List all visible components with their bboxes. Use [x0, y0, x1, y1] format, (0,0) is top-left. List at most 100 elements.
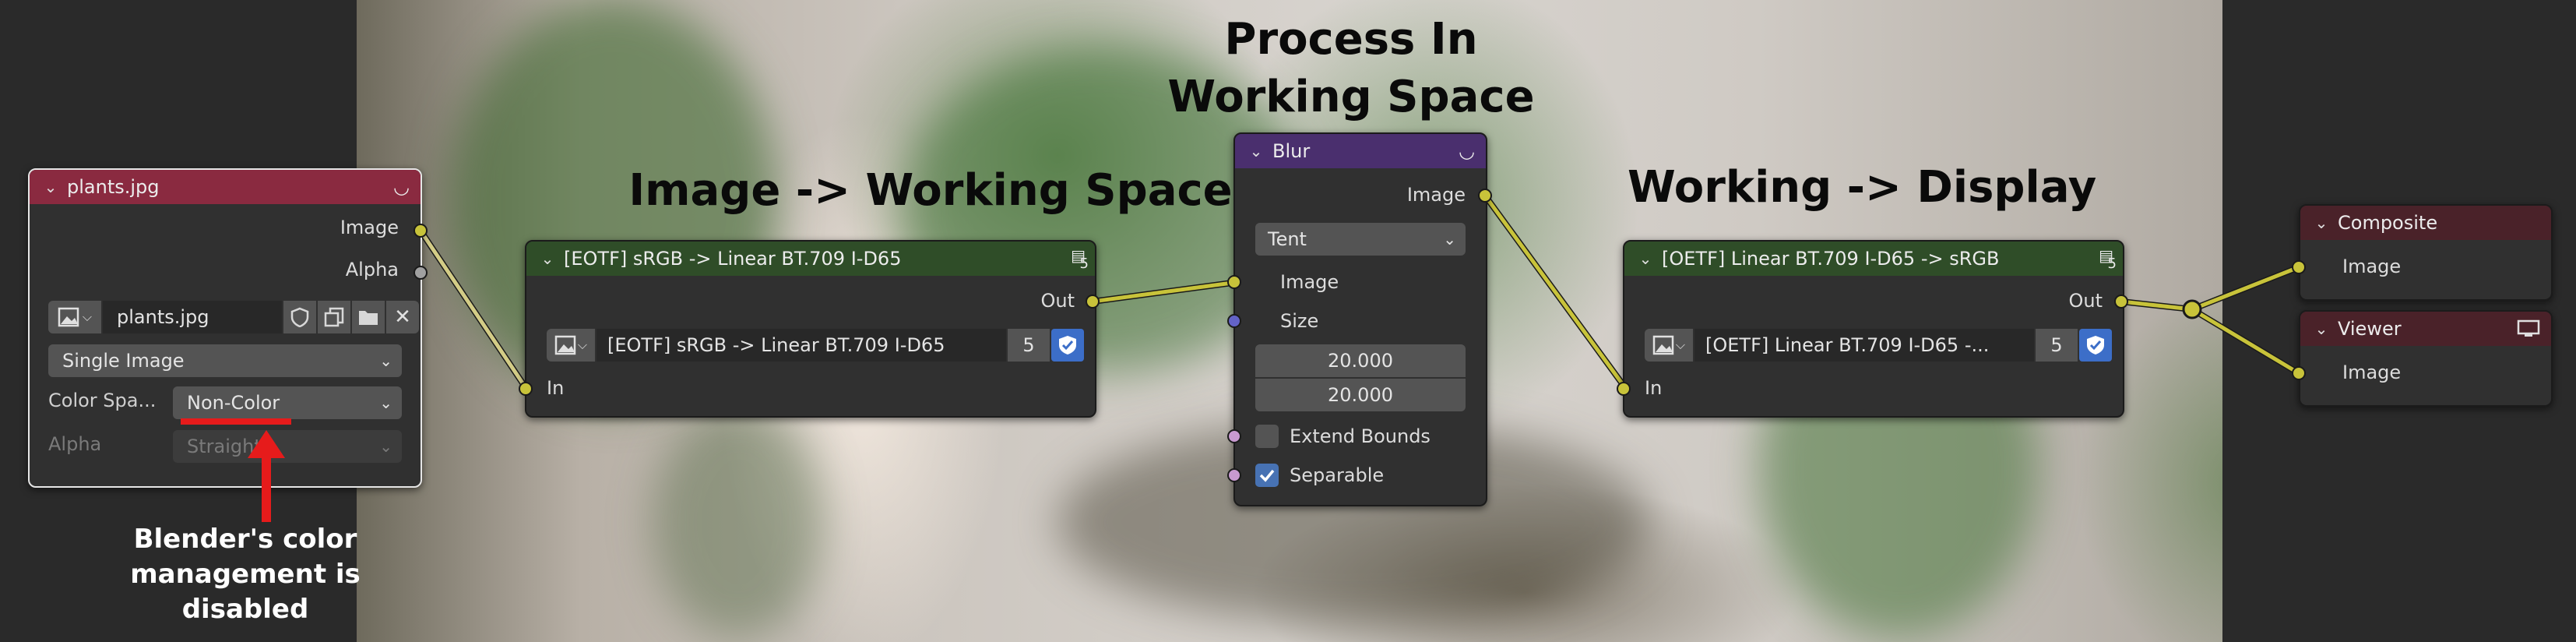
- duplicate-button[interactable]: [318, 301, 350, 333]
- blur-node-header[interactable]: ⌄ Blur ◡: [1235, 134, 1486, 168]
- image-name-field[interactable]: plants.jpg: [103, 301, 282, 333]
- collapse-chevron-icon[interactable]: ⌄: [1635, 249, 1656, 268]
- viewer-node-header[interactable]: ⌄ Viewer: [2300, 312, 2551, 346]
- title-image-to-working: Image -> Working Space: [628, 165, 1233, 216]
- oetf-user-count[interactable]: 5: [2036, 329, 2078, 362]
- oetf-input-label: In: [1645, 377, 1663, 399]
- composite-node[interactable]: ⌄ Composite Image: [2299, 204, 2553, 301]
- close-icon: ✕: [394, 305, 411, 329]
- shield-check-icon: [1059, 336, 1076, 355]
- shield-check-icon: [2087, 336, 2104, 355]
- oetf-input-socket[interactable]: [1617, 382, 1631, 396]
- annotation-text: Blender's color management is disabled: [117, 522, 374, 627]
- open-file-button[interactable]: [352, 301, 385, 333]
- eotf-input-label: In: [547, 377, 565, 399]
- collapse-chevron-icon[interactable]: ⌄: [537, 249, 558, 268]
- size-y-field[interactable]: 20.000: [1255, 379, 1466, 411]
- eotf-group-node[interactable]: ⌄ [EOTF] sRGB -> Linear BT.709 I-D65 ▤ 5…: [525, 240, 1096, 418]
- viewer-node[interactable]: ⌄ Viewer Image: [2299, 310, 2553, 407]
- blur-node[interactable]: ⌄ Blur ◡ Image Tent ⌄ Image Size 20.000 …: [1233, 132, 1487, 506]
- oetf-group-node[interactable]: ⌄ [OETF] Linear BT.709 I-D65 -> sRGB ▤ 5…: [1623, 240, 2124, 418]
- colorspace-value: Non-Color: [187, 392, 280, 414]
- filter-type-value: Tent: [1268, 228, 1307, 250]
- separable-socket[interactable]: [1227, 468, 1241, 482]
- title-process-line1: Process In: [1224, 14, 1478, 65]
- folder-icon: [359, 311, 378, 325]
- monitor-icon[interactable]: [2517, 319, 2540, 338]
- composite-node-title: Composite: [2338, 212, 2438, 234]
- oetf-node-title: [OETF] Linear BT.709 I-D65 -> sRGB: [1662, 248, 2000, 270]
- separable-checkbox[interactable]: [1255, 464, 1279, 487]
- annotation-underline: [181, 418, 291, 425]
- output-image-label: Image: [340, 217, 399, 238]
- viewer-node-title: Viewer: [2338, 318, 2402, 340]
- extend-bounds-checkbox[interactable]: [1255, 425, 1279, 448]
- colorspace-select[interactable]: Non-Color ⌄: [173, 386, 402, 419]
- extend-bounds-socket[interactable]: [1227, 429, 1241, 443]
- size-label: Size: [1280, 310, 1319, 332]
- image-node[interactable]: ⌄ plants.jpg ◡ Image Alpha ⌵ plants.jpg …: [28, 168, 422, 488]
- node-tree-icon: [554, 335, 576, 355]
- preview-toggle-icon[interactable]: ◡: [393, 176, 410, 198]
- annotation-line2: management is: [130, 559, 361, 590]
- eotf-user-count[interactable]: 5: [1008, 329, 1050, 362]
- oetf-users-count: 5: [2107, 256, 2117, 272]
- collapse-chevron-icon[interactable]: ⌄: [40, 178, 61, 196]
- collapse-chevron-icon[interactable]: ⌄: [1246, 142, 1266, 160]
- eotf-input-socket[interactable]: [519, 382, 533, 396]
- blur-size-socket[interactable]: [1227, 314, 1241, 328]
- composite-input-label: Image: [2342, 256, 2402, 277]
- source-select[interactable]: Single Image ⌄: [48, 344, 402, 377]
- image-node-header[interactable]: ⌄ plants.jpg ◡: [30, 170, 421, 204]
- viewer-input-label: Image: [2342, 362, 2402, 383]
- eotf-node-header[interactable]: ⌄ [EOTF] sRGB -> Linear BT.709 I-D65 ▤ 5: [526, 242, 1095, 276]
- blur-output-label: Image: [1406, 184, 1466, 206]
- oetf-group-name-field[interactable]: [OETF] Linear BT.709 I-D65 -...: [1694, 329, 2034, 362]
- eotf-output-label: Out: [1040, 290, 1075, 312]
- oetf-node-header[interactable]: ⌄ [OETF] Linear BT.709 I-D65 -> sRGB ▤ 5: [1624, 242, 2123, 276]
- filter-type-select[interactable]: Tent ⌄: [1255, 223, 1466, 256]
- viewer-input-socket[interactable]: [2292, 366, 2306, 380]
- chevron-down-icon: ⌄: [379, 351, 392, 370]
- image-node-output-alpha-socket[interactable]: [413, 266, 428, 280]
- separable-label: Separable: [1290, 464, 1385, 486]
- annotation-arrow-icon: [248, 430, 285, 522]
- node-tree-icon: [1652, 335, 1674, 355]
- group-browse-button[interactable]: ⌵: [1645, 329, 1693, 362]
- image-browse-button[interactable]: ⌵: [48, 301, 101, 333]
- preview-toggle-icon[interactable]: ◡: [1459, 140, 1475, 162]
- output-alpha-label: Alpha: [345, 259, 399, 280]
- collapse-chevron-icon[interactable]: ⌄: [2311, 213, 2331, 232]
- oetf-output-socket[interactable]: [2114, 295, 2128, 309]
- collapse-chevron-icon[interactable]: ⌄: [2311, 319, 2331, 338]
- image-icon: [58, 307, 79, 327]
- group-browse-button[interactable]: ⌵: [547, 329, 595, 362]
- duplicate-icon: [324, 307, 344, 327]
- chevron-down-icon: ⌵: [577, 337, 588, 352]
- unlink-image-button[interactable]: ✕: [386, 301, 419, 333]
- eotf-group-name-field[interactable]: [EOTF] sRGB -> Linear BT.709 I-D65: [596, 329, 1006, 362]
- eotf-users-count: 5: [1079, 256, 1089, 272]
- reroute-node: [2182, 299, 2202, 319]
- chevron-down-icon: ⌄: [379, 437, 392, 456]
- oetf-output-label: Out: [2068, 290, 2103, 312]
- oetf-fake-user-button[interactable]: [2079, 329, 2112, 362]
- blur-input-image-socket[interactable]: [1227, 275, 1241, 289]
- fake-user-button[interactable]: [283, 301, 316, 333]
- blur-output-socket[interactable]: [1478, 189, 1492, 203]
- blur-node-title: Blur: [1272, 140, 1311, 162]
- image-node-output-image-socket[interactable]: [413, 224, 428, 238]
- blur-input-image-label: Image: [1280, 271, 1339, 293]
- checkmark-icon: [1259, 469, 1275, 482]
- eotf-fake-user-button[interactable]: [1051, 329, 1084, 362]
- eotf-output-socket[interactable]: [1086, 295, 1100, 309]
- image-node-title: plants.jpg: [67, 176, 160, 198]
- composite-input-socket[interactable]: [2292, 260, 2306, 274]
- chevron-down-icon: ⌄: [379, 393, 392, 412]
- alpha-label: Alpha: [48, 433, 102, 455]
- extend-bounds-label: Extend Bounds: [1290, 425, 1431, 447]
- annotation-line1: Blender's color: [133, 524, 357, 555]
- size-x-field[interactable]: 20.000: [1255, 344, 1466, 377]
- node-editor-canvas[interactable]: Image -> Working Space Process In Workin…: [0, 0, 2576, 642]
- composite-node-header[interactable]: ⌄ Composite: [2300, 206, 2551, 240]
